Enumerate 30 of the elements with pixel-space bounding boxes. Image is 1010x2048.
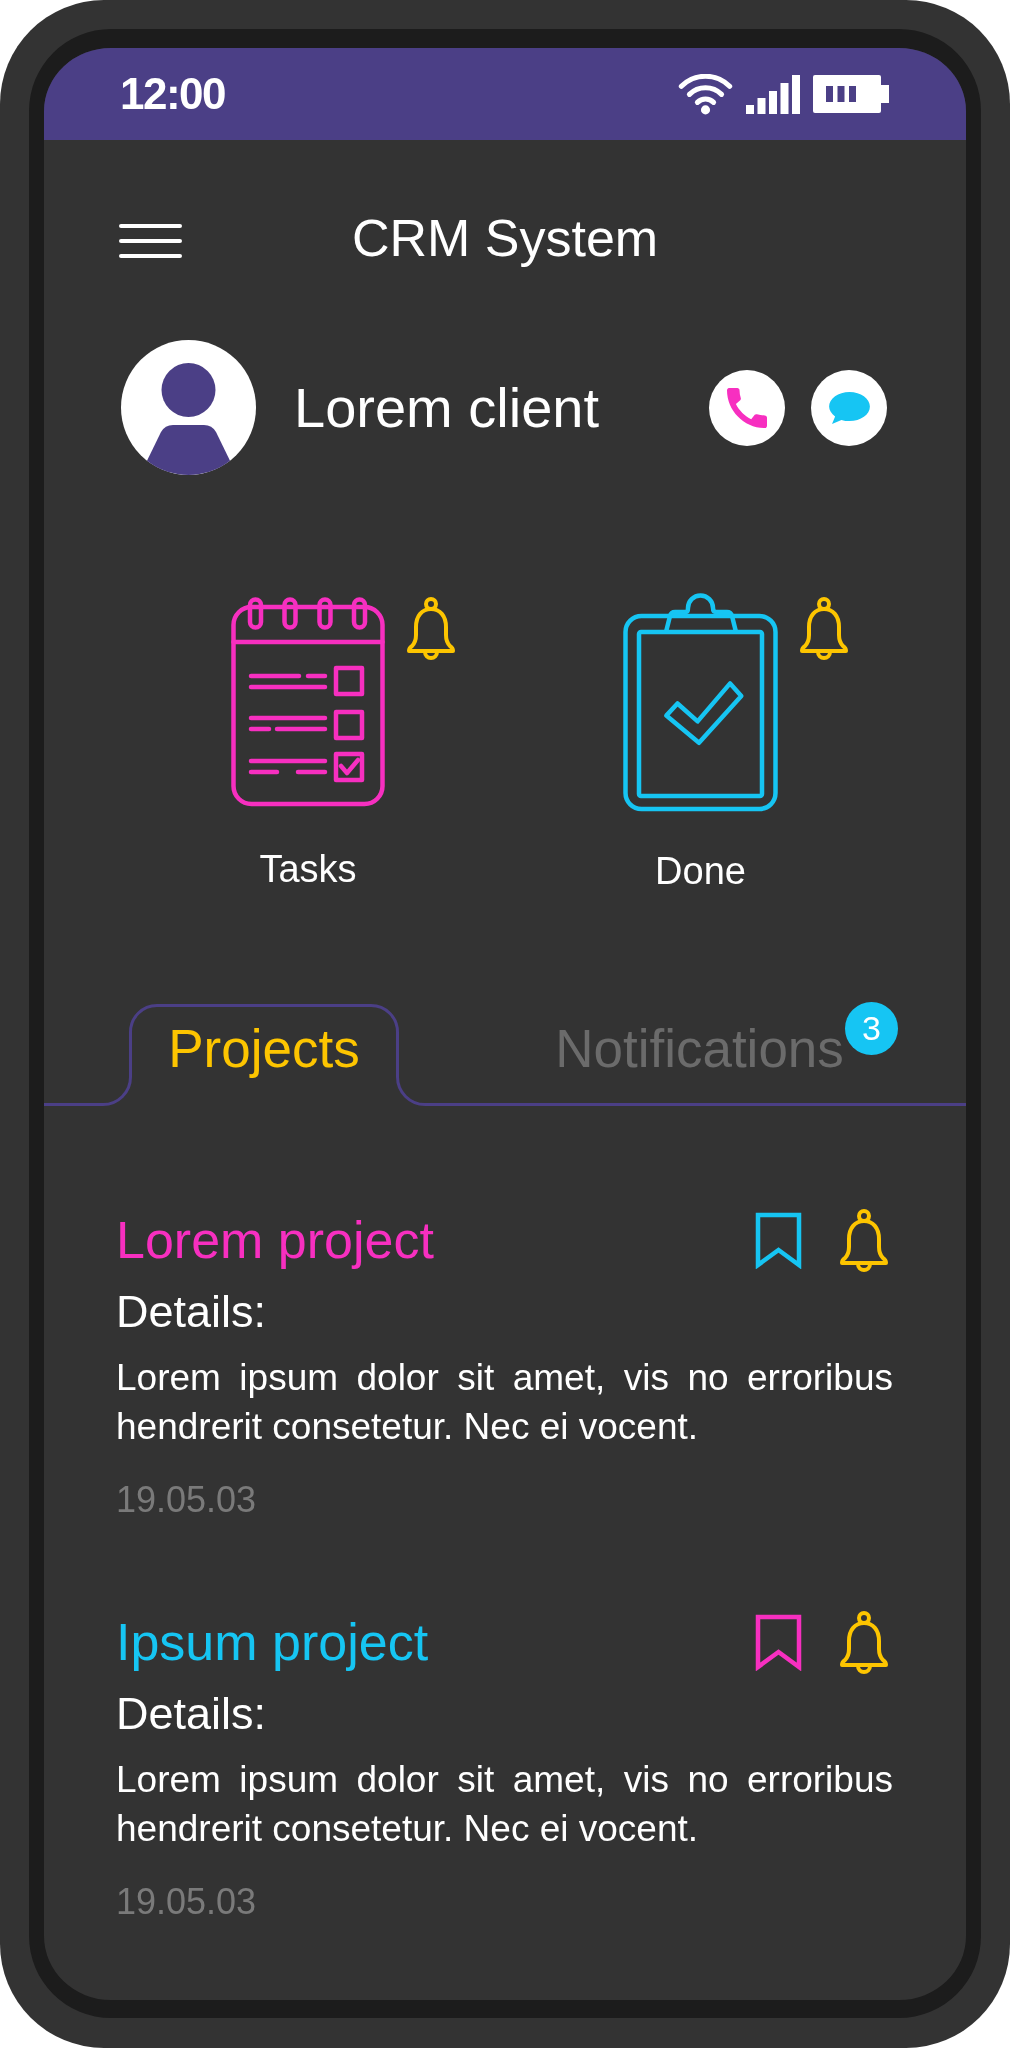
project-date: 19.05.03 — [116, 1478, 258, 1521]
app-title: CRM System — [351, 208, 659, 269]
clipboard-icon[interactable] — [623, 591, 778, 812]
battery-icon — [813, 75, 889, 113]
details-label: Details: — [116, 1687, 268, 1741]
details-label: Details: — [116, 1285, 268, 1339]
signal-icon — [746, 74, 800, 114]
shortcut-label: Tasks — [259, 846, 357, 892]
bell-icon — [798, 596, 850, 660]
bookmark-icon[interactable] — [755, 1211, 802, 1269]
bell-icon — [405, 596, 457, 660]
tab[interactable]: Projects — [103, 1004, 425, 1106]
bell-icon[interactable] — [838, 1208, 890, 1272]
project-description: Lorem ipsum dolor sit amet, vis no erroribus hendrerit consetetur. Nec ei vocent. — [116, 1356, 893, 1449]
bookmark-icon[interactable] — [755, 1613, 802, 1671]
project-title: Lorem project — [116, 1210, 435, 1271]
bell-icon[interactable] — [838, 1610, 890, 1674]
project-title: Ipsum project — [116, 1612, 430, 1673]
shortcut-label: Done — [655, 849, 746, 894]
project-date: 19.05.03 — [116, 1880, 258, 1923]
project-description: Lorem ipsum dolor sit amet, vis no erroribus hendrerit consetetur. Nec ei vocent. — [116, 1758, 893, 1851]
wifi-icon — [678, 73, 733, 115]
avatar-icon — [121, 340, 256, 475]
status-time: 12:00 — [120, 72, 226, 116]
phone-icon — [727, 387, 767, 428]
count-badge: 3 — [844, 1002, 898, 1055]
client-name: Lorem client — [294, 374, 601, 441]
notepad-icon[interactable] — [231, 597, 385, 807]
menu-icon[interactable] — [119, 224, 182, 258]
chat-bubble-icon — [827, 390, 871, 425]
